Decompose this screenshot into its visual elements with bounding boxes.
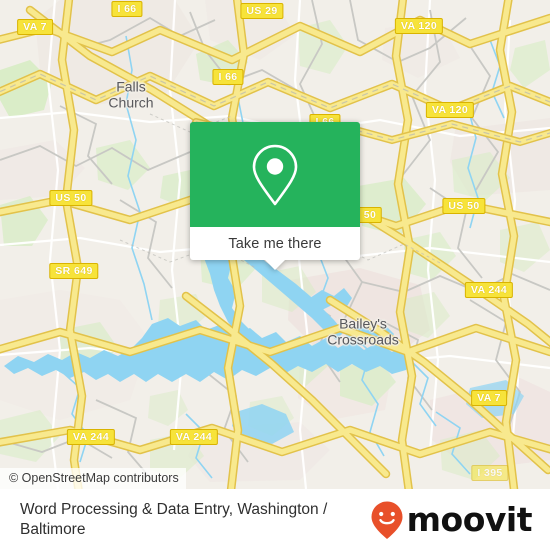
location-popup-card[interactable]: Take me there bbox=[190, 122, 360, 270]
road-shield-va-244-sw: VA 244 bbox=[66, 429, 116, 445]
page-title: Word Processing & Data Entry, Washington… bbox=[20, 500, 328, 538]
road-shield-us-50-e: US 50 bbox=[442, 198, 486, 214]
footer-bar: Word Processing & Data Entry, Washington… bbox=[0, 489, 550, 550]
road-shield-sr-649: SR 649 bbox=[49, 263, 99, 279]
take-me-there-label: Take me there bbox=[228, 235, 322, 252]
popup-footer[interactable]: Take me there bbox=[190, 227, 360, 270]
map-pin-icon bbox=[252, 144, 298, 205]
road-shield-va-244-s: VA 244 bbox=[169, 429, 219, 445]
moovit-logo[interactable]: moovit bbox=[369, 500, 533, 540]
moovit-wordmark: moovit bbox=[406, 500, 533, 539]
road-shield-va-7-se: VA 7 bbox=[471, 390, 507, 406]
road-shield-us-50-w: US 50 bbox=[49, 190, 93, 206]
road-shield-i-66-mid: I 66 bbox=[212, 69, 244, 85]
popup-pointer-tail bbox=[264, 259, 286, 270]
road-shield-50: 50 bbox=[357, 207, 383, 223]
road-shield-va-244-e: VA 244 bbox=[464, 282, 514, 298]
map-viewport[interactable]: Falls Church Bailey's Crossroads VA 7 I … bbox=[0, 0, 550, 489]
moovit-smiley-pin-icon bbox=[371, 501, 403, 539]
osm-attribution[interactable]: © OpenStreetMap contributors bbox=[0, 468, 186, 489]
road-shield-i-395: I 395 bbox=[471, 465, 509, 481]
road-shield-va-7-nw: VA 7 bbox=[17, 19, 53, 35]
road-shield-va-120-n: VA 120 bbox=[394, 18, 444, 34]
road-shield-us-29: US 29 bbox=[240, 3, 284, 19]
road-shield-va-120-s: VA 120 bbox=[425, 102, 475, 118]
popup-icon-area bbox=[190, 122, 360, 227]
road-shield-i-66-n: I 66 bbox=[111, 1, 143, 17]
